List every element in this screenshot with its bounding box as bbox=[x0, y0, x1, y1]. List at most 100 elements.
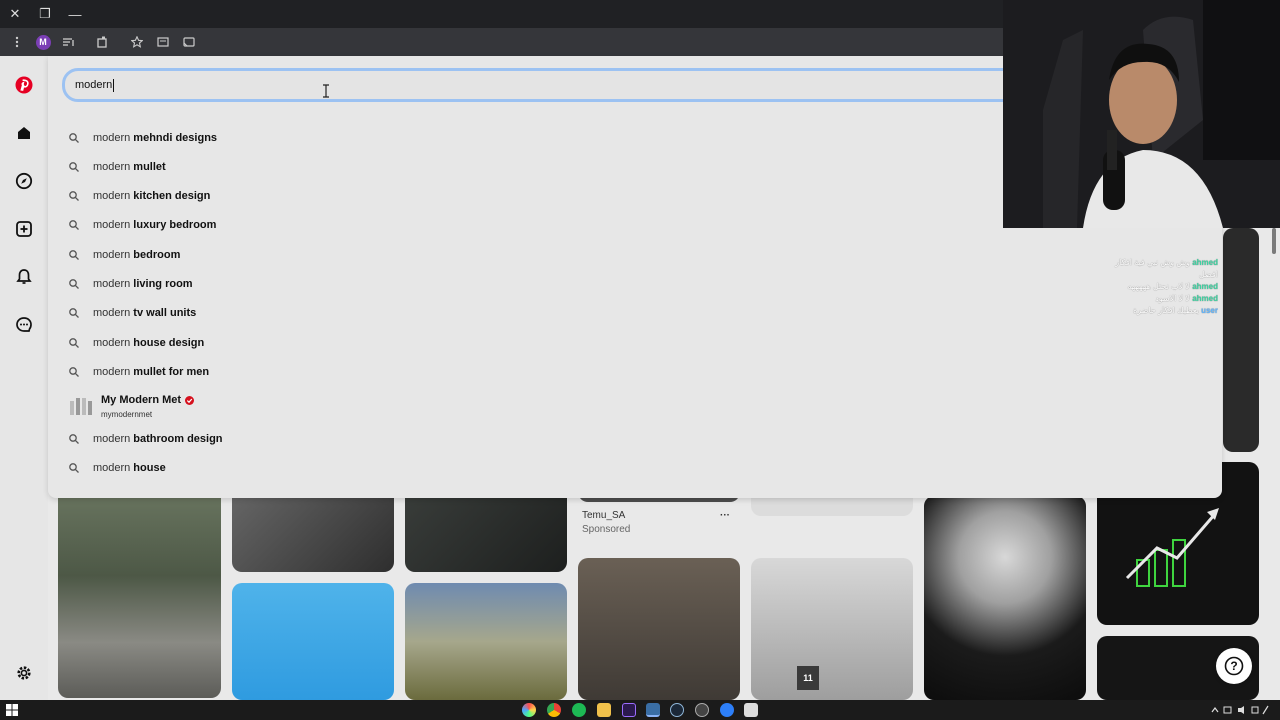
taskbar-app-icon[interactable] bbox=[522, 703, 536, 717]
suggestion-base: modern bbox=[93, 249, 131, 261]
suggestion-completion: living room bbox=[133, 278, 193, 290]
stream-chat-overlay: ahmed وش وش نبي فية افكار افضل ahmed لا … bbox=[1094, 254, 1222, 326]
settings-gear-icon[interactable] bbox=[12, 661, 36, 685]
taskbar-app-icon[interactable] bbox=[695, 703, 709, 717]
search-icon bbox=[69, 191, 79, 201]
chat-message: ahmed لا لاب نحتل هههههه bbox=[1127, 282, 1218, 291]
profile-avatar: M bbox=[35, 34, 51, 50]
suggestion-item[interactable]: modern house bbox=[68, 457, 166, 479]
streamer-webcam-image bbox=[1003, 0, 1280, 228]
pin-building-image[interactable]: 11 bbox=[751, 558, 913, 700]
suggestion-item[interactable]: modern house design bbox=[68, 332, 204, 354]
create-plus-icon[interactable] bbox=[12, 217, 36, 241]
media-control-icon[interactable] bbox=[58, 31, 80, 53]
page-scrollbar[interactable] bbox=[1272, 228, 1276, 254]
help-glyph: ? bbox=[1230, 659, 1238, 673]
taskbar-app-icon[interactable] bbox=[720, 703, 734, 717]
mymodernmet-logo-icon bbox=[70, 398, 92, 415]
bookmark-star-icon[interactable] bbox=[126, 31, 148, 53]
suggestion-item[interactable]: modern bathroom design bbox=[68, 428, 223, 450]
text-cursor-icon bbox=[323, 84, 329, 98]
suggestion-item[interactable]: modern living room bbox=[68, 273, 193, 295]
suggestion-completion: mullet for men bbox=[133, 366, 210, 378]
left-nav-rail bbox=[0, 56, 48, 700]
suggestion-completion: luxury bedroom bbox=[133, 219, 217, 231]
suggestion-item[interactable]: modern mullet for men bbox=[68, 361, 209, 383]
account-handle: mymodernmet bbox=[101, 410, 153, 419]
suggestion-item[interactable]: modern luxury bedroom bbox=[68, 214, 216, 236]
search-input[interactable]: modern bbox=[62, 68, 1062, 102]
messages-icon[interactable] bbox=[12, 313, 36, 337]
suggestion-base: modern bbox=[93, 278, 131, 290]
notifications-bell-icon[interactable] bbox=[12, 265, 36, 289]
suggestion-base: modern bbox=[93, 433, 131, 445]
suggestion-item[interactable]: modern bedroom bbox=[68, 244, 180, 266]
suggestion-base: modern bbox=[93, 132, 131, 144]
search-input-value: modern bbox=[75, 79, 113, 91]
taskbar-app-icon[interactable] bbox=[744, 703, 758, 717]
pin-more-options-button[interactable]: ··· bbox=[720, 510, 730, 521]
menu-dots-icon[interactable] bbox=[6, 31, 28, 53]
windows-start-icon[interactable] bbox=[6, 704, 18, 716]
pin-image[interactable] bbox=[1223, 228, 1259, 452]
search-icon bbox=[69, 279, 79, 289]
suggestion-item[interactable]: modern tv wall units bbox=[68, 302, 196, 324]
pin-sponsored-label: Sponsored bbox=[582, 524, 631, 535]
suggestion-completion: mullet bbox=[133, 161, 166, 173]
search-icon bbox=[69, 133, 79, 143]
suggestion-item[interactable]: modern mullet bbox=[68, 156, 166, 178]
pinterest-logo-icon[interactable] bbox=[12, 73, 36, 97]
suggestion-base: modern bbox=[93, 337, 131, 349]
help-button[interactable]: ? bbox=[1216, 648, 1252, 684]
chat-message: user يعطيك افكار حاضرة bbox=[1133, 306, 1218, 315]
suggestion-item[interactable]: modern kitchen design bbox=[68, 185, 210, 207]
suggestion-base: modern bbox=[93, 307, 131, 319]
after-effects-icon[interactable] bbox=[622, 703, 636, 717]
suggestion-base: modern bbox=[93, 190, 131, 202]
suggestion-completion: house bbox=[133, 462, 166, 474]
text-caret bbox=[113, 78, 115, 92]
suggestion-completion: kitchen design bbox=[133, 190, 211, 202]
search-icon bbox=[69, 308, 79, 318]
suggestion-completion: bathroom design bbox=[133, 433, 223, 445]
search-icon bbox=[69, 367, 79, 377]
active-browser-icon[interactable] bbox=[646, 703, 660, 717]
suggestion-completion: tv wall units bbox=[133, 307, 197, 319]
search-icon bbox=[69, 338, 79, 348]
tab-search-icon[interactable] bbox=[152, 31, 174, 53]
pin-image[interactable] bbox=[232, 583, 394, 700]
pin-tile-number: 11 bbox=[797, 666, 819, 690]
steam-icon[interactable] bbox=[670, 703, 684, 717]
windows-taskbar bbox=[0, 700, 1280, 720]
chat-message: ahmed لا لا الاسود bbox=[1155, 294, 1218, 303]
pin-tree-image[interactable] bbox=[924, 496, 1086, 700]
pin-image[interactable] bbox=[578, 558, 740, 700]
verified-badge-icon bbox=[185, 395, 195, 405]
suggestion-item[interactable]: modern mehndi designs bbox=[68, 127, 217, 149]
suggestion-base: modern bbox=[93, 161, 131, 173]
search-icon bbox=[69, 463, 79, 473]
account-suggestion[interactable]: My Modern Met mymodernmet bbox=[68, 394, 195, 419]
explore-compass-icon[interactable] bbox=[12, 169, 36, 193]
restore-window-button[interactable]: ❐ bbox=[30, 0, 60, 28]
system-tray-icons[interactable] bbox=[1210, 705, 1270, 715]
spotify-icon[interactable] bbox=[572, 703, 586, 717]
cast-icon[interactable] bbox=[178, 31, 200, 53]
home-icon[interactable] bbox=[12, 121, 36, 145]
pin-image[interactable] bbox=[405, 583, 567, 700]
webcam-overlay bbox=[1003, 0, 1280, 228]
account-name: My Modern Met bbox=[101, 394, 182, 406]
file-explorer-icon[interactable] bbox=[597, 703, 611, 717]
suggestion-completion: mehndi designs bbox=[133, 132, 218, 144]
chat-message: افضل bbox=[1198, 270, 1218, 279]
search-icon bbox=[69, 162, 79, 172]
close-window-button[interactable]: ✕ bbox=[0, 0, 30, 28]
suggestion-completion: house design bbox=[133, 337, 205, 349]
profile-button[interactable]: M bbox=[32, 31, 54, 53]
suggestion-completion: bedroom bbox=[133, 249, 181, 261]
pin-road-image[interactable] bbox=[58, 476, 221, 698]
pin-promo-title[interactable]: Temu_SA bbox=[582, 510, 625, 521]
chrome-icon[interactable] bbox=[547, 703, 561, 717]
extensions-icon[interactable] bbox=[92, 31, 114, 53]
minimize-window-button[interactable]: — bbox=[60, 0, 90, 28]
